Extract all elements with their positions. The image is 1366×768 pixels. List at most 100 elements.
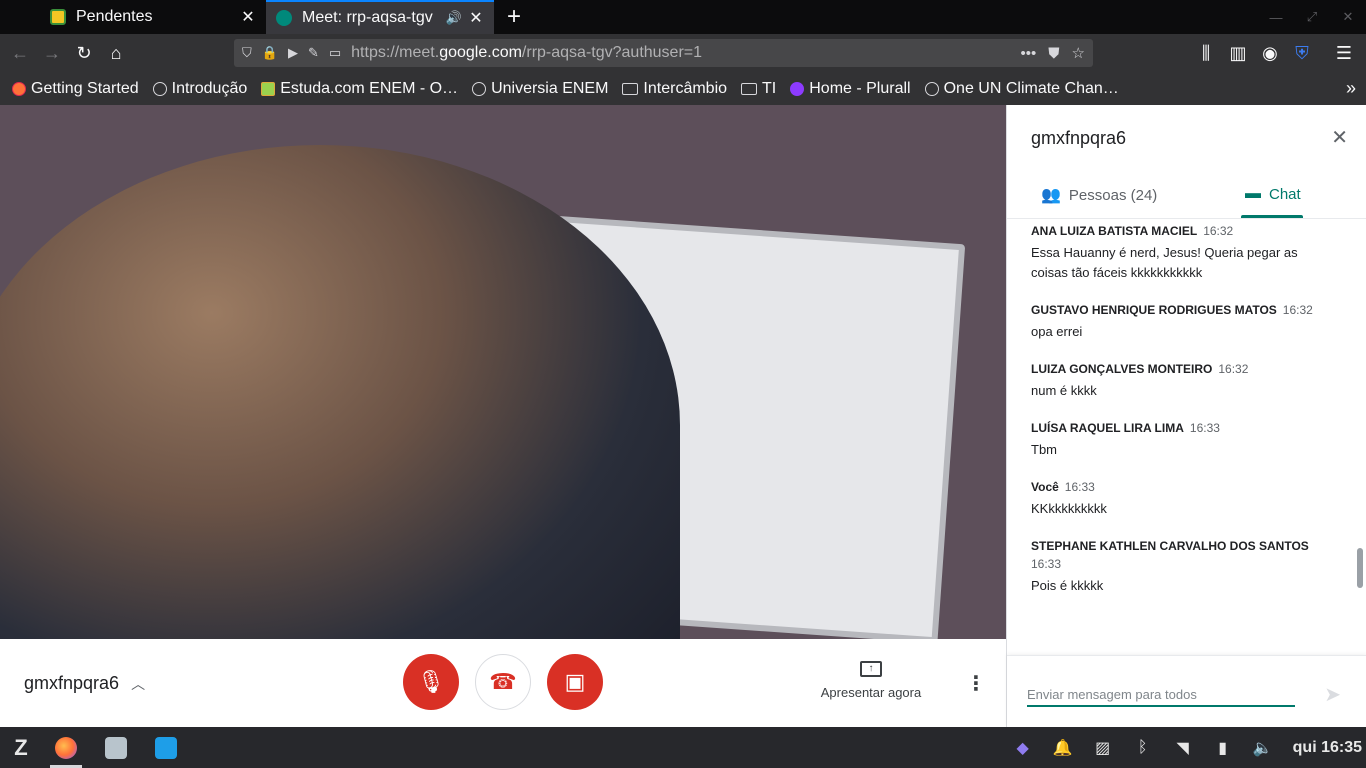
bookmarks-overflow-icon[interactable]: »: [1346, 78, 1356, 99]
close-icon[interactable]: ✕: [468, 8, 484, 28]
message-time: 16:33: [1031, 557, 1062, 571]
notifications-icon[interactable]: 🔔: [1043, 738, 1083, 758]
system-tray: ◆ 🔔 ▨ ᛒ ◥ ▮ 🔈 qui 16:35: [1003, 727, 1366, 768]
bookmark-star-icon[interactable]: ☆: [1072, 44, 1085, 62]
bookmark-ti[interactable]: TI: [741, 80, 776, 98]
present-screen-icon: ↑: [860, 661, 882, 677]
camera-off-button[interactable]: ▣: [547, 654, 603, 710]
globe-icon: [472, 81, 487, 96]
message-sender: Você: [1031, 480, 1059, 494]
tab-people[interactable]: 👥 Pessoas (24): [1041, 185, 1157, 205]
chevron-up-icon[interactable]: ︿: [131, 674, 145, 694]
shield-icon[interactable]: ⛉: [242, 45, 252, 61]
bluetooth-icon[interactable]: ᛒ: [1123, 739, 1163, 757]
extension-icon[interactable]: ◉: [1254, 37, 1286, 69]
active-tab-indicator: [1241, 215, 1303, 218]
more-actions-icon[interactable]: •••: [1021, 45, 1037, 62]
globe-icon: [924, 81, 939, 96]
files-icon: [105, 736, 127, 759]
meeting-controls: gmxfnpqra6 ︿ 🎙 ☎ ▣ ↑ Apresentar agora ⋮: [0, 639, 1006, 727]
software-store-icon: [155, 736, 177, 759]
bookmark-introducao[interactable]: Introdução: [152, 80, 247, 98]
taskbar-files[interactable]: [94, 727, 138, 768]
taskbar-software[interactable]: [144, 727, 188, 768]
pencil-icon: [261, 81, 276, 96]
menu-icon[interactable]: ☰: [1328, 37, 1360, 69]
reload-button[interactable]: ↻: [68, 37, 100, 69]
lock-icon[interactable]: 🔒: [262, 45, 278, 61]
message-sender: STEPHANE KATHLEN CARVALHO DOS SANTOS: [1031, 539, 1309, 553]
screenshot-icon[interactable]: ▨: [1083, 738, 1123, 758]
more-options-icon[interactable]: ⋮: [966, 671, 986, 696]
close-icon[interactable]: ✕: [240, 7, 256, 27]
slides-icon: [50, 9, 66, 25]
minimize-icon[interactable]: —: [1258, 10, 1294, 25]
send-icon[interactable]: ➤: [1324, 682, 1341, 707]
chat-message: STEPHANE KATHLEN CARVALHO DOS SANTOS 16:3…: [1007, 539, 1355, 596]
message-time: 16:32: [1218, 362, 1249, 376]
message-time: 16:32: [1203, 224, 1234, 238]
library-icon[interactable]: ⫼: [1190, 37, 1222, 69]
bookmark-universia[interactable]: Universia ENEM: [472, 80, 608, 98]
chat-messages[interactable]: ANA LUIZA BATISTA MACIEL 16:32 Essa Hauan…: [1007, 220, 1355, 655]
plurall-icon: [790, 81, 805, 96]
clock[interactable]: qui 16:35: [1283, 739, 1366, 757]
camera-blocked-icon[interactable]: ▶: [288, 45, 298, 61]
side-panel: gmxfnpqra6 ✕ 👥 Pessoas (24) ▬ Chat ANA L…: [1006, 105, 1366, 727]
meet-icon: [276, 10, 292, 26]
speaker-icon[interactable]: 🔊: [446, 10, 462, 26]
battery-icon[interactable]: ▮: [1203, 738, 1243, 758]
bookmark-plurall[interactable]: Home - Plurall: [790, 80, 911, 98]
message-icon[interactable]: ▭: [329, 45, 341, 61]
panel-title: gmxfnpqra6: [1031, 128, 1127, 148]
message-time: 16:33: [1064, 480, 1095, 494]
bookmark-intercambio[interactable]: Intercâmbio: [622, 80, 727, 98]
back-button[interactable]: ←: [4, 37, 36, 69]
new-tab-button[interactable]: +: [494, 0, 534, 34]
address-bar[interactable]: ⛉ 🔒 ▶ ✎ ▭ https://meet.google.com/rrp-aq…: [234, 39, 1093, 67]
firefox-icon: [55, 736, 77, 759]
taskbar-firefox[interactable]: [44, 727, 88, 768]
window-controls: — ⤢ ✕: [1258, 0, 1366, 34]
zorin-menu-icon[interactable]: Z: [4, 727, 38, 768]
message-sender: ANA LUIZA BATISTA MACIEL: [1031, 224, 1198, 238]
bookmark-estuda[interactable]: Estuda.com ENEM - O…: [261, 80, 458, 98]
mic-blocked-icon[interactable]: ✎: [308, 45, 319, 61]
bookmark-getting-started[interactable]: Getting Started: [12, 80, 139, 98]
tab-chat[interactable]: ▬ Chat: [1245, 185, 1301, 203]
scrollbar-thumb[interactable]: [1357, 548, 1363, 588]
present-now-button[interactable]: ↑ Apresentar agora: [812, 661, 930, 700]
url-text[interactable]: https://meet.google.com/rrp-aqsa-tgv?aut…: [351, 44, 1008, 62]
tab-pendentes[interactable]: Pendentes ✕: [40, 0, 266, 34]
pocket-icon[interactable]: ⛊: [1048, 45, 1059, 62]
meeting-details[interactable]: gmxfnpqra6 ︿: [24, 673, 145, 694]
maximize-icon[interactable]: ⤢: [1294, 9, 1330, 25]
mic-off-icon: 🎙: [417, 669, 445, 694]
hang-up-button[interactable]: ☎: [475, 654, 531, 710]
close-window-icon[interactable]: ✕: [1330, 9, 1366, 25]
volume-icon[interactable]: 🔈: [1243, 738, 1283, 758]
sidebar-icon[interactable]: ▥: [1222, 37, 1254, 69]
wifi-icon[interactable]: ◥: [1163, 738, 1203, 758]
message-text: Tbm: [1031, 442, 1057, 457]
forward-button[interactable]: →: [36, 37, 68, 69]
tab-meet[interactable]: Meet: rrp-aqsa-tgv 🔊 ✕: [266, 0, 494, 34]
close-panel-icon[interactable]: ✕: [1331, 125, 1348, 150]
chat-composer: ➤: [1007, 655, 1366, 727]
mic-off-button[interactable]: 🎙: [403, 654, 459, 710]
chat-message: ANA LUIZA BATISTA MACIEL 16:32 Essa Hauan…: [1007, 224, 1355, 283]
home-button[interactable]: ⌂: [100, 37, 132, 69]
navigation-toolbar: ← → ↻ ⌂ ⛉ 🔒 ▶ ✎ ▭ https://meet.google.co…: [0, 34, 1366, 72]
message-sender: GUSTAVO HENRIQUE RODRIGUES MATOS: [1031, 303, 1277, 317]
participant-video: [0, 105, 1006, 639]
message-text: Pois é kkkkk: [1031, 578, 1104, 593]
globe-icon: [152, 81, 167, 96]
bookmark-climate[interactable]: One UN Climate Chan…: [924, 80, 1119, 98]
people-icon: 👥: [1041, 187, 1061, 204]
camera-off-icon: ▣: [564, 669, 586, 694]
bitwarden-icon[interactable]: ⛨: [1286, 37, 1318, 69]
chat-input[interactable]: [1027, 683, 1295, 707]
chat-scrollbar[interactable]: [1356, 222, 1364, 654]
bookmarks-bar: Getting Started Introdução Estuda.com EN…: [0, 72, 1366, 105]
app-indicator-icon[interactable]: ◆: [1003, 738, 1043, 758]
